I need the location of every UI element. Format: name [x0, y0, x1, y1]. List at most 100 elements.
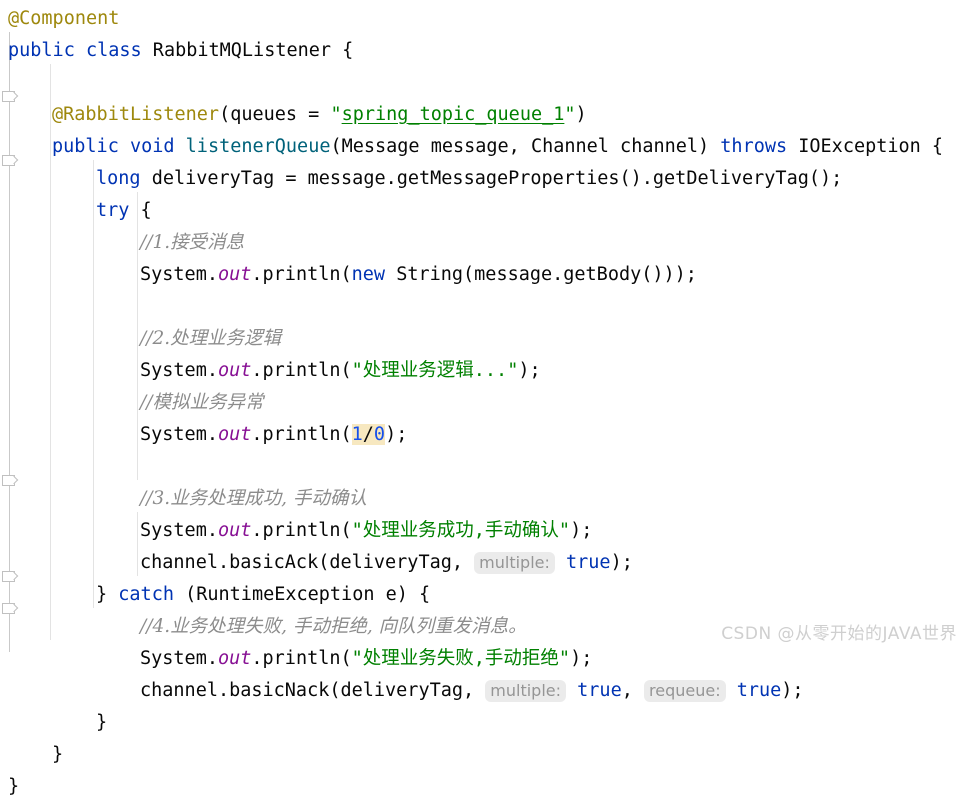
inlay-parameter-hint: multiple:: [485, 680, 567, 702]
code-token: );: [781, 680, 804, 701]
code-token: channel.basicNack(deliveryTag,: [140, 680, 486, 701]
code-token: /: [362, 424, 374, 445]
code-token: @RabbitListener: [52, 104, 220, 125]
code-token: 0: [373, 424, 386, 445]
code-token: "处理业务失败,手动拒绝": [351, 648, 571, 669]
code-token: {: [129, 200, 152, 221]
csdn-watermark: CSDN @从零开始的JAVA世界: [721, 624, 957, 644]
code-token: catch: [118, 584, 174, 605]
code-token: }: [96, 712, 108, 733]
inlay-parameter-hint: multiple:: [474, 552, 555, 574]
code-token: @Component: [8, 8, 120, 29]
code-content[interactable]: @Component public class RabbitMQListener …: [0, 0, 969, 797]
code-line[interactable]: System.out.println("处理业务失败,手动拒绝");: [0, 643, 969, 675]
code-line[interactable]: [0, 451, 969, 483]
code-token: );: [518, 360, 541, 381]
code-line[interactable]: long deliveryTag = message.getMessagePro…: [0, 163, 969, 195]
code-token: }: [96, 584, 119, 605]
code-line[interactable]: System.out.println(1/0);: [0, 419, 969, 451]
code-token: out: [217, 360, 252, 381]
code-token: //2.处理业务逻辑: [140, 328, 282, 349]
code-token: .println(: [251, 424, 352, 445]
code-token: ": [330, 104, 342, 125]
code-line[interactable]: [0, 291, 969, 323]
code-token: class: [85, 40, 142, 61]
code-token: //4.业务处理失败, 手动拒绝, 向队列重发消息。: [140, 616, 527, 637]
code-line[interactable]: [0, 67, 969, 99]
code-line[interactable]: //3.业务处理成功, 手动确认: [0, 483, 969, 515]
code-line[interactable]: @Component: [0, 3, 969, 35]
code-token: public: [8, 40, 75, 61]
code-line[interactable]: try {: [0, 195, 969, 227]
code-token: );: [610, 552, 633, 573]
code-token: out: [217, 424, 252, 445]
code-token: listenerQueue: [185, 136, 331, 157]
code-token: new: [351, 264, 386, 285]
code-token: "处理业务成功,手动确认": [351, 520, 571, 541]
code-token: .println(: [251, 648, 352, 669]
code-token: ): [575, 104, 587, 125]
code-token: //3.业务处理成功, 手动确认: [140, 488, 367, 509]
code-token: );: [385, 424, 408, 445]
code-token: System.: [140, 520, 218, 541]
inlay-parameter-hint: requeue:: [644, 680, 726, 702]
code-token: deliveryTag = message.getMessageProperti…: [140, 168, 843, 189]
code-line[interactable]: System.out.println("处理业务逻辑...");: [0, 355, 969, 387]
code-token: void: [129, 136, 175, 157]
code-token: true: [577, 680, 622, 701]
code-line[interactable]: } catch (RuntimeException e) {: [0, 579, 969, 611]
code-line[interactable]: @RabbitListener(queues = "spring_topic_q…: [0, 99, 969, 131]
code-token: //1.接受消息: [140, 232, 245, 253]
code-line[interactable]: channel.basicAck(deliveryTag, multiple: …: [0, 547, 969, 579]
code-editor[interactable]: @Component public class RabbitMQListener …: [0, 0, 969, 797]
code-token: }: [8, 776, 20, 797]
code-token: true: [736, 680, 782, 701]
code-line[interactable]: }: [0, 771, 969, 803]
code-token: out: [217, 520, 252, 541]
code-token: spring_topic_queue_1: [341, 104, 565, 125]
code-line[interactable]: //2.处理业务逻辑: [0, 323, 969, 355]
code-line[interactable]: }: [0, 739, 969, 771]
code-token: .println(: [251, 520, 352, 541]
code-token: true: [566, 552, 611, 573]
code-token: try: [96, 200, 130, 221]
code-token: out: [217, 264, 252, 285]
code-token: System.: [140, 424, 218, 445]
code-token: }: [52, 744, 64, 765]
code-token: ,: [621, 680, 644, 701]
code-token: .println(: [251, 264, 352, 285]
code-token: RabbitMQListener {: [141, 40, 354, 61]
code-token: );: [570, 520, 593, 541]
code-line[interactable]: System.out.println("处理业务成功,手动确认");: [0, 515, 969, 547]
code-token: );: [570, 648, 593, 669]
code-token: (queues =: [219, 104, 331, 125]
code-line[interactable]: channel.basicNack(deliveryTag, multiple:…: [0, 675, 969, 707]
code-token: public: [52, 136, 119, 157]
code-token: String(message.getBody()));: [385, 264, 697, 285]
code-token: System.: [140, 264, 218, 285]
code-token: .println(: [251, 360, 352, 381]
code-token: System.: [140, 648, 218, 669]
code-token: //模拟业务异常: [140, 392, 264, 413]
code-line[interactable]: }: [0, 707, 969, 739]
code-token: out: [217, 648, 252, 669]
code-line[interactable]: //1.接受消息: [0, 227, 969, 259]
code-line[interactable]: //模拟业务异常: [0, 387, 969, 419]
code-token: "处理业务逻辑...": [351, 360, 519, 381]
code-token: channel.basicAck(deliveryTag,: [140, 552, 475, 573]
code-token: IOException {: [787, 136, 944, 157]
code-line[interactable]: System.out.println(new String(message.ge…: [0, 259, 969, 291]
code-token: ": [564, 104, 576, 125]
code-token: long: [96, 168, 141, 189]
code-line[interactable]: public class RabbitMQListener {: [0, 35, 969, 67]
code-token: (RuntimeException e) {: [173, 584, 431, 605]
code-token: throws: [720, 136, 788, 157]
code-token: (Message message, Channel channel): [330, 136, 721, 157]
code-line[interactable]: public void listenerQueue(Message messag…: [0, 131, 969, 163]
